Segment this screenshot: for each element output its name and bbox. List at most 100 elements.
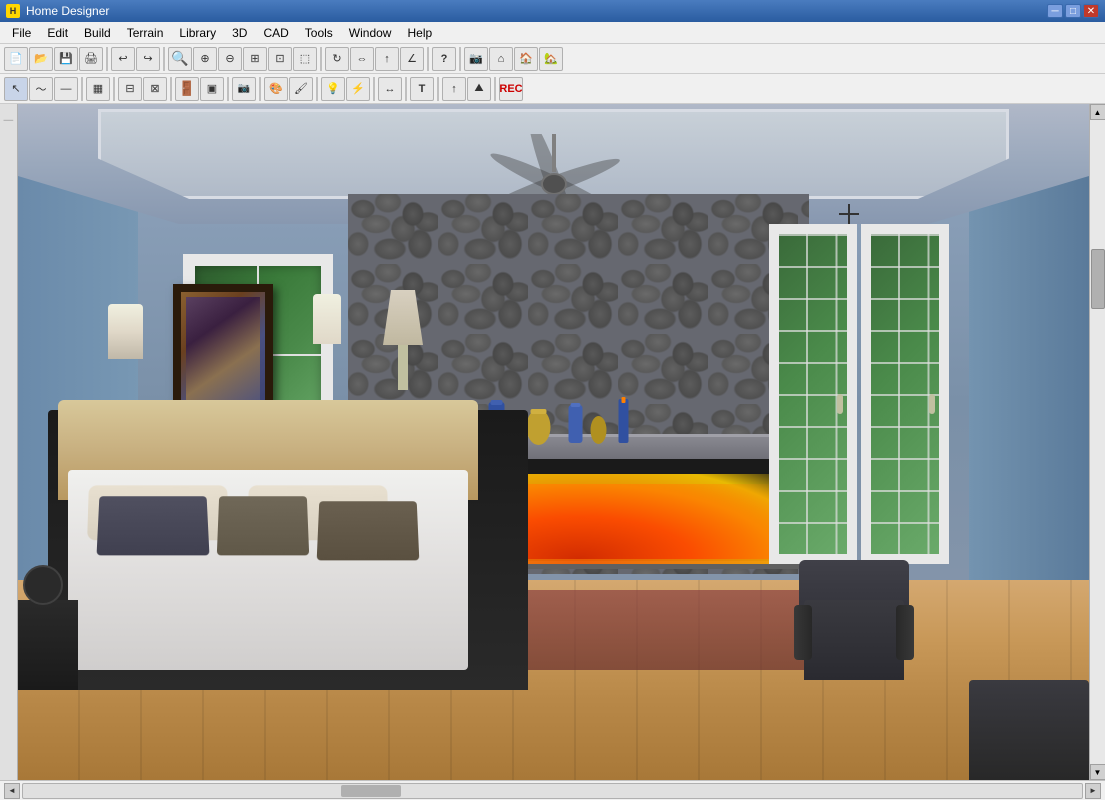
extend-button[interactable]: ⊡ <box>268 47 292 71</box>
maximize-button[interactable]: □ <box>1065 4 1081 18</box>
menu-file[interactable]: File <box>4 24 39 42</box>
text-button[interactable]: T <box>410 77 434 101</box>
sep10 <box>259 77 261 101</box>
floor-lamp <box>378 290 428 390</box>
print-button[interactable]: 🖨 <box>79 47 103 71</box>
chair-bottom-right <box>969 680 1089 780</box>
sep4 <box>427 47 429 71</box>
minimize-button[interactable]: ─ <box>1047 4 1063 18</box>
sep13 <box>405 77 407 101</box>
scroll-right-button[interactable]: ► <box>1085 783 1101 799</box>
sep15 <box>494 77 496 101</box>
room-tool-button[interactable]: ▦ <box>86 77 110 101</box>
sep14 <box>437 77 439 101</box>
toolbar2: ↖ 〜 — ▦ ⊟ ⊠ 🚪 ▣ 📷 🎨 🖌 💡 ⚡ ↔ T ↑ ⛰ REC <box>0 74 1105 104</box>
record-button[interactable]: REC <box>499 77 523 101</box>
sep11 <box>316 77 318 101</box>
electrical-button[interactable]: ⚡ <box>346 77 370 101</box>
window-title: Home Designer <box>26 4 1047 18</box>
menu-tools[interactable]: Tools <box>297 24 341 42</box>
lamp-base <box>398 345 408 390</box>
menu-window[interactable]: Window <box>341 24 400 42</box>
paint-button[interactable]: 🖌 <box>289 77 313 101</box>
bed-cushion-1 <box>97 496 210 555</box>
scroll-thumb-h[interactable] <box>341 785 401 797</box>
house2-button[interactable]: 🏠 <box>514 47 538 71</box>
up-arrow-button[interactable]: ↑ <box>442 77 466 101</box>
sep9 <box>227 77 229 101</box>
armchair-arm-right <box>896 605 914 660</box>
dimensions-button[interactable]: ↔ <box>378 77 402 101</box>
menu-build[interactable]: Build <box>76 24 119 42</box>
up-button[interactable]: ↑ <box>375 47 399 71</box>
select-tool-button[interactable]: ↖ <box>4 77 28 101</box>
bed-cushion-3 <box>317 501 420 560</box>
scroll-thumb-v[interactable] <box>1091 249 1105 309</box>
terrain-button[interactable]: ⛰ <box>467 77 491 101</box>
main-area: │ <box>0 104 1105 780</box>
sep3 <box>320 47 322 71</box>
fit-page-button[interactable]: ⊞ <box>243 47 267 71</box>
sep5 <box>459 47 461 71</box>
new-button[interactable]: 📄 <box>4 47 28 71</box>
horizontal-scrollbar[interactable] <box>22 783 1083 799</box>
open-button[interactable]: 📂 <box>29 47 53 71</box>
sconce-left <box>108 304 143 359</box>
app-icon: H <box>6 4 20 18</box>
close-button[interactable]: ✕ <box>1083 4 1099 18</box>
sep2 <box>163 47 165 71</box>
left-strip: │ <box>0 104 18 780</box>
house3-button[interactable]: 🏡 <box>539 47 563 71</box>
titlebar: H Home Designer ─ □ ✕ <box>0 0 1105 22</box>
menu-edit[interactable]: Edit <box>39 24 76 42</box>
menu-3d[interactable]: 3D <box>224 24 255 42</box>
line-tool-button[interactable]: — <box>54 77 78 101</box>
scroll-down-button[interactable]: ▼ <box>1090 764 1105 780</box>
artwork-painting <box>186 297 260 411</box>
window-button[interactable]: ▣ <box>200 77 224 101</box>
toolbar1: 📄 📂 💾 🖨 ↩ ↪ 🔍 ⊕ ⊖ ⊞ ⊡ ⬚ ↻ ⇔ ↑ ∠ ? 📷 ⌂ 🏠 … <box>0 44 1105 74</box>
menu-library[interactable]: Library <box>171 24 224 42</box>
scroll-left-button[interactable]: ◄ <box>4 783 20 799</box>
french-doors <box>769 224 949 564</box>
french-door-left <box>769 224 857 564</box>
menu-help[interactable]: Help <box>399 24 440 42</box>
room-render <box>18 104 1089 780</box>
camera-3d-button[interactable]: 📷 <box>232 77 256 101</box>
cabinet-button[interactable]: ⊟ <box>118 77 142 101</box>
door-button[interactable]: 🚪 <box>175 77 199 101</box>
sep6 <box>81 77 83 101</box>
armchair-seat <box>804 600 904 680</box>
sep7 <box>113 77 115 101</box>
undo-button[interactable]: ↩ <box>111 47 135 71</box>
window-controls: ─ □ ✕ <box>1047 4 1099 18</box>
sep12 <box>373 77 375 101</box>
rotate-button[interactable]: ↻ <box>325 47 349 71</box>
scroll-track-v[interactable] <box>1090 120 1105 764</box>
french-door-right <box>861 224 949 564</box>
house1-button[interactable]: ⌂ <box>489 47 513 71</box>
mirror-button[interactable]: ⇔ <box>350 47 374 71</box>
stairs-button[interactable]: ⊠ <box>143 77 167 101</box>
select-all-button[interactable]: ⬚ <box>293 47 317 71</box>
lights-button[interactable]: 💡 <box>321 77 345 101</box>
zoom-in-button[interactable]: ⊕ <box>193 47 217 71</box>
zoom-in-area-button[interactable]: 🔍 <box>168 47 192 71</box>
materials-button[interactable]: 🎨 <box>264 77 288 101</box>
sep1 <box>106 47 108 71</box>
save-button[interactable]: 💾 <box>54 47 78 71</box>
zoom-out-button[interactable]: ⊖ <box>218 47 242 71</box>
redo-button[interactable]: ↪ <box>136 47 160 71</box>
help-button[interactable]: ? <box>432 47 456 71</box>
camera-button[interactable]: 📷 <box>464 47 488 71</box>
vertical-scrollbar[interactable]: ▲ ▼ <box>1089 104 1105 780</box>
menu-terrain[interactable]: Terrain <box>119 24 172 42</box>
sconce-right <box>313 294 341 344</box>
menu-cad[interactable]: CAD <box>255 24 296 42</box>
nightstand <box>18 600 78 690</box>
angle-button[interactable]: ∠ <box>400 47 424 71</box>
scroll-up-button[interactable]: ▲ <box>1090 104 1105 120</box>
polyline-tool-button[interactable]: 〜 <box>29 77 53 101</box>
canvas-area[interactable] <box>18 104 1089 780</box>
door-handle-left <box>837 394 843 414</box>
